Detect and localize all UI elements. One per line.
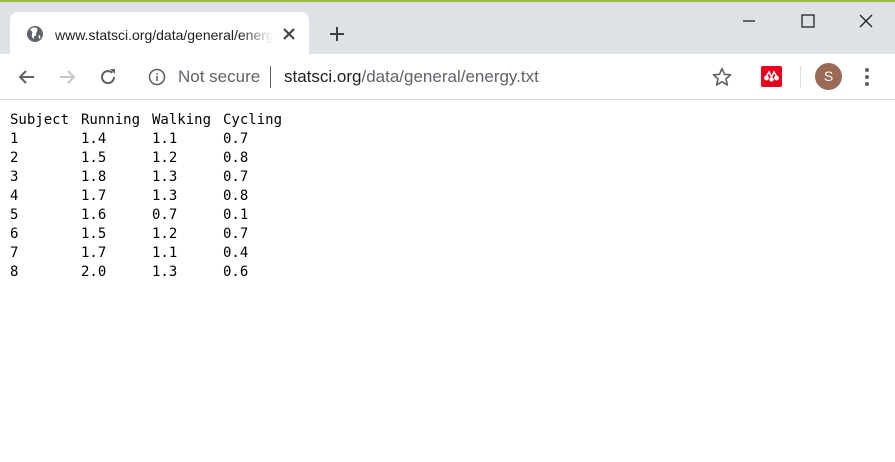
running-cell: 1.6 (81, 207, 107, 223)
browser-tab[interactable]: www.statsci.org/data/general/energy.txt (10, 12, 309, 56)
cycling-cell: 0.1 (223, 207, 249, 223)
running-cell: 1.5 (81, 150, 107, 166)
running-cell: 1.4 (81, 131, 107, 147)
walking-cell: 1.2 (152, 150, 178, 166)
tab-strip: www.statsci.org/data/general/energy.txt (0, 0, 895, 56)
table-row: 6 1.5 1.2 0.7 (10, 225, 303, 244)
table-row: 5 1.6 0.7 0.1 (10, 206, 303, 225)
running-cell: 2.0 (81, 264, 107, 280)
arrow-right-icon[interactable] (56, 66, 78, 88)
header-row: Subject Running Walking Cycling (10, 111, 303, 130)
minimize-icon[interactable] (740, 12, 758, 30)
subject-cell: 5 (10, 207, 19, 223)
subject-cell: 3 (10, 169, 19, 185)
info-icon[interactable] (148, 68, 166, 86)
plus-icon[interactable] (327, 24, 347, 44)
globe-icon (27, 26, 43, 42)
table-row: 1 1.4 1.1 0.7 (10, 130, 303, 149)
walking-cell: 0.7 (152, 207, 178, 223)
table-row: 8 2.0 1.3 0.6 (10, 263, 303, 282)
url-host: statsci.org (284, 67, 362, 86)
table-row: 4 1.7 1.3 0.8 (10, 187, 303, 206)
cycling-cell: 0.8 (223, 150, 249, 166)
subject-cell: 2 (10, 150, 19, 166)
walking-cell: 1.1 (152, 131, 178, 147)
url-path: /data/general/energy.txt (361, 67, 539, 86)
cycling-cell: 0.7 (223, 131, 249, 147)
cycling-cell: 0.4 (223, 245, 249, 261)
walking-cell: 1.3 (152, 169, 178, 185)
maximize-icon[interactable] (799, 12, 817, 30)
column-header-cycling: Cycling (223, 112, 283, 128)
omnibox-separator (270, 66, 271, 88)
address-bar[interactable]: Not secure statsci.org/data/general/ener… (140, 60, 700, 94)
mendeley-icon[interactable] (761, 66, 782, 87)
cycling-cell: 0.6 (223, 264, 249, 280)
subject-cell: 7 (10, 245, 19, 261)
subject-cell: 6 (10, 226, 19, 242)
column-header-running: Running (81, 112, 141, 128)
running-cell: 1.7 (81, 245, 107, 261)
close-icon[interactable] (857, 12, 875, 30)
tab-title: www.statsci.org/data/general/energy.txt (55, 27, 273, 43)
more-vert-icon[interactable] (859, 66, 875, 88)
table-row: 3 1.8 1.3 0.7 (10, 168, 303, 187)
arrow-left-icon[interactable] (16, 66, 38, 88)
walking-cell: 1.1 (152, 245, 178, 261)
walking-cell: 1.3 (152, 188, 178, 204)
star-icon[interactable] (711, 66, 733, 88)
security-status[interactable]: Not secure (178, 67, 260, 87)
cycling-cell: 0.7 (223, 226, 249, 242)
column-header-subject: Subject (10, 112, 70, 128)
toolbar-separator (800, 66, 801, 88)
reload-icon[interactable] (97, 66, 119, 88)
running-cell: 1.8 (81, 169, 107, 185)
text-file-content: Subject Running Walking Cycling 1 1.4 1.1 0.7 … (10, 111, 303, 282)
avatar[interactable]: S (815, 63, 842, 90)
subject-cell: 8 (10, 264, 19, 280)
cycling-cell: 0.8 (223, 188, 249, 204)
running-cell: 1.7 (81, 188, 107, 204)
walking-cell: 1.3 (152, 264, 178, 280)
cycling-cell: 0.7 (223, 169, 249, 185)
url-text[interactable]: statsci.org/data/general/energy.txt (284, 67, 539, 87)
subject-cell: 4 (10, 188, 19, 204)
column-header-walking: Walking (152, 112, 212, 128)
subject-cell: 1 (10, 131, 19, 147)
close-icon[interactable] (282, 27, 296, 41)
table-row: 2 1.5 1.2 0.8 (10, 149, 303, 168)
table-row: 7 1.7 1.1 0.4 (10, 244, 303, 263)
walking-cell: 1.2 (152, 226, 178, 242)
running-cell: 1.5 (81, 226, 107, 242)
